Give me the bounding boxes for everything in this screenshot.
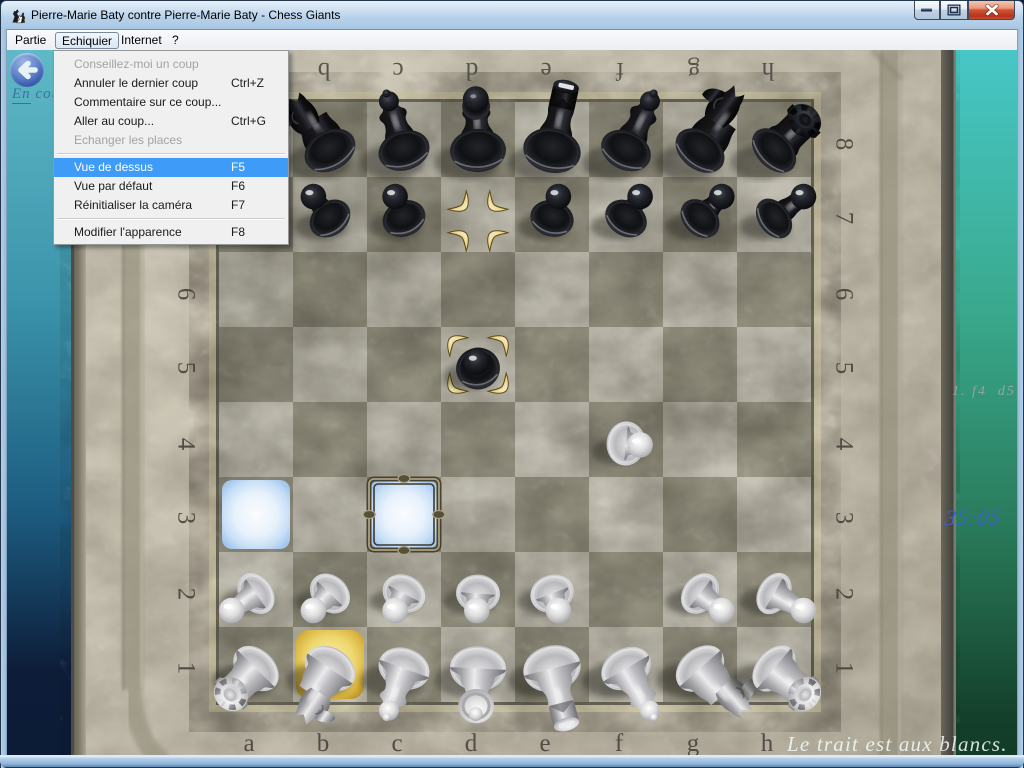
svg-text:f: f (615, 730, 624, 755)
svg-text:a: a (243, 730, 254, 755)
svg-text:c: c (391, 730, 402, 755)
svg-text:g: g (687, 730, 700, 755)
svg-text:h: h (761, 57, 774, 84)
svg-text:d: d (465, 57, 478, 84)
svg-text:1: 1 (830, 662, 857, 675)
svg-text:d: d (465, 730, 478, 755)
svg-text:5: 5 (172, 362, 199, 375)
svg-text:1: 1 (172, 662, 199, 675)
svg-text:f: f (615, 57, 624, 84)
svg-text:e: e (540, 57, 551, 84)
svg-text:c: c (392, 57, 403, 84)
svg-text:3: 3 (172, 512, 199, 525)
svg-text:7: 7 (830, 212, 857, 225)
svg-text:8: 8 (830, 138, 857, 151)
svg-text:5: 5 (830, 362, 857, 375)
svg-text:e: e (539, 730, 550, 755)
svg-text:b: b (318, 57, 331, 84)
svg-text:h: h (761, 730, 774, 755)
svg-text:6: 6 (830, 288, 857, 301)
svg-text:4: 4 (830, 438, 857, 451)
svg-text:3: 3 (830, 512, 857, 525)
svg-text:2: 2 (172, 588, 199, 601)
svg-text:6: 6 (172, 288, 199, 301)
svg-text:2: 2 (830, 588, 857, 601)
svg-text:g: g (687, 57, 700, 84)
svg-text:4: 4 (172, 438, 199, 451)
svg-text:b: b (317, 730, 330, 755)
